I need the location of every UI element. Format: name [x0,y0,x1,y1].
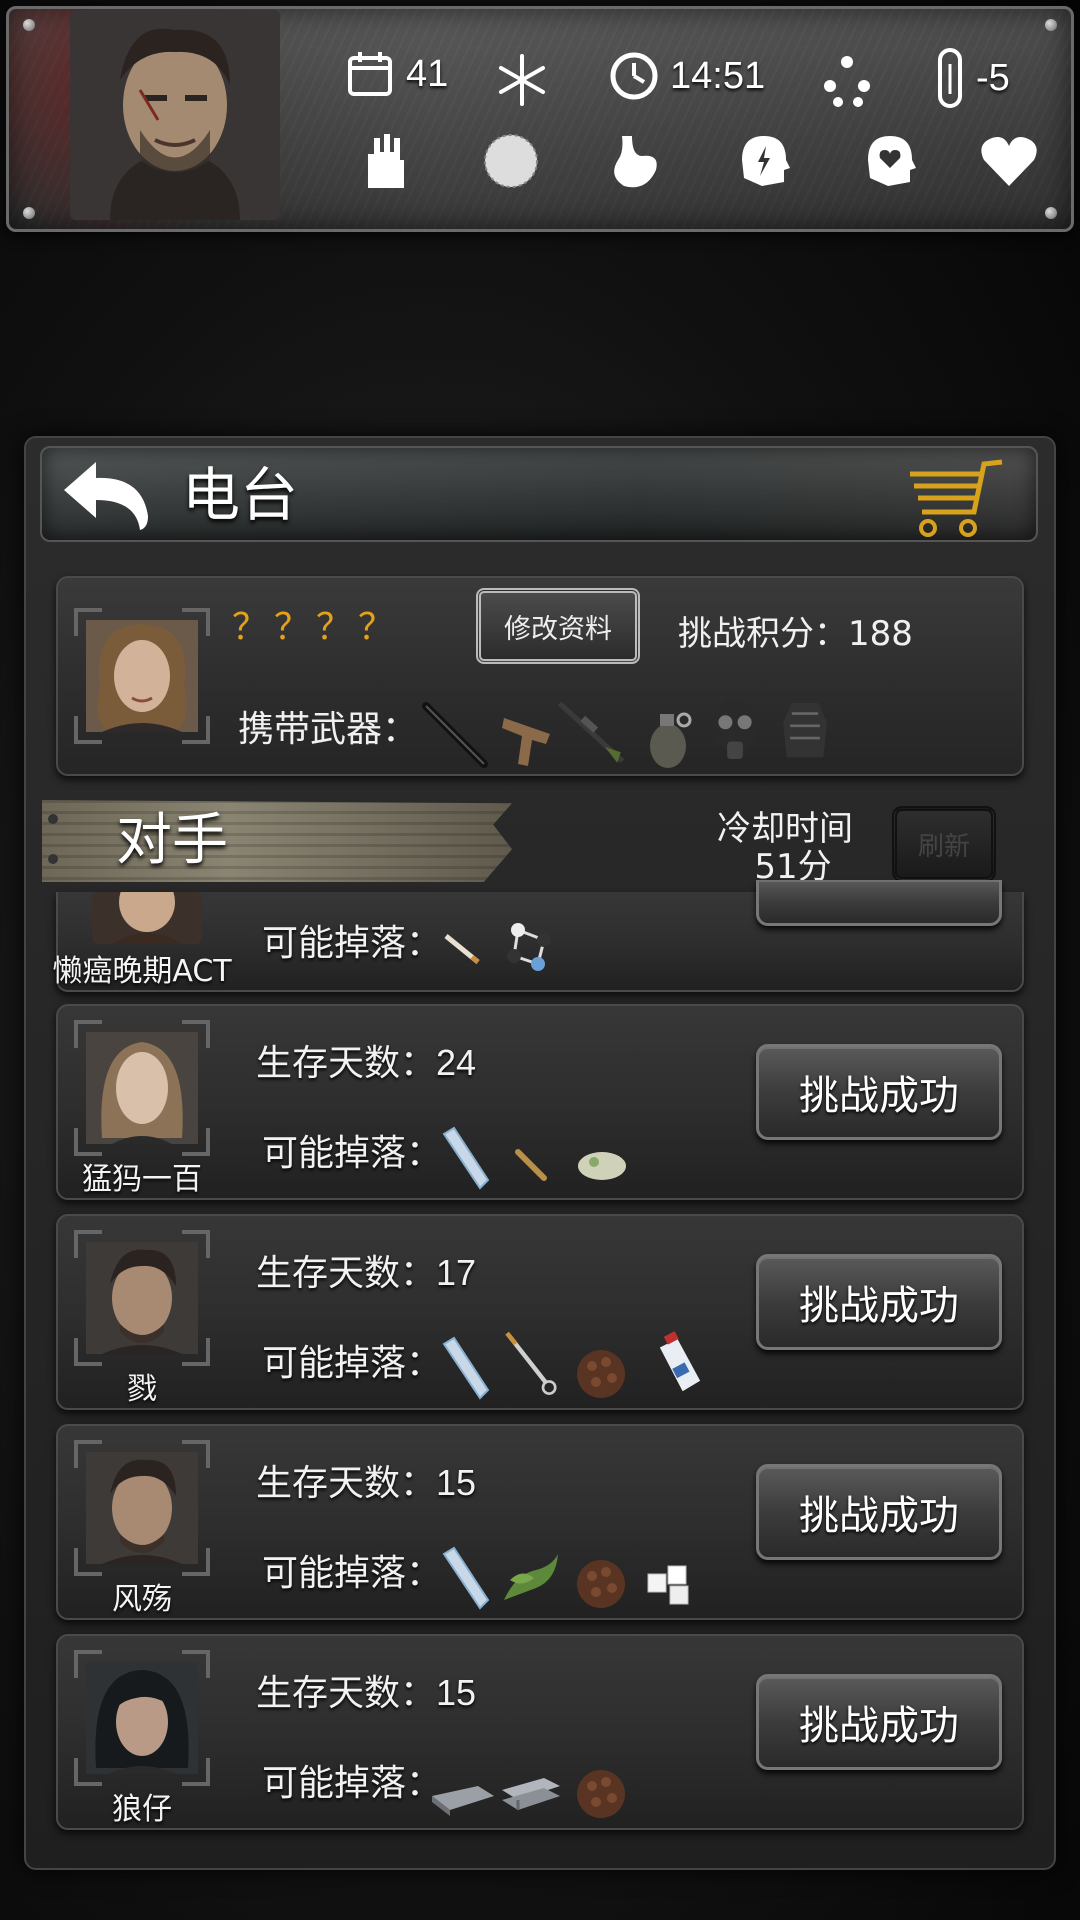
challenge-button-partial[interactable] [756,880,1002,926]
baton-icon[interactable] [420,700,490,770]
opponent-avatar[interactable] [92,892,202,944]
drops-label: 可能掉落： [262,1133,443,1174]
coffee-beans-icon[interactable] [566,1544,636,1614]
hand-icon[interactable] [354,130,416,192]
days-value: 15 [436,1672,477,1713]
body-armor-icon[interactable] [770,696,840,766]
back-button[interactable] [56,456,156,534]
bottle-icon[interactable] [430,1334,500,1404]
energy-head-icon[interactable] [732,130,794,192]
virus-icon[interactable] [480,130,542,192]
nail [48,854,58,864]
drops-label: 可能掉落： [262,923,443,964]
days-value: 17 [436,1252,477,1293]
opponents-title: 对手 [116,808,228,873]
calendar-icon [348,52,392,96]
opponent-name: 懒癌晚期ACT [52,954,232,989]
food-pack-icon[interactable] [566,1128,636,1198]
mood-head-icon[interactable] [858,130,920,192]
challenge-button[interactable]: 挑战成功 [756,1044,1002,1140]
thermometer-icon [938,48,962,108]
sniper-rifle-icon[interactable] [556,698,626,768]
days-value: 15 [436,1462,477,1503]
challenge-score: 挑战积分：188 [678,614,913,654]
survival-days: 生存天数：15 [256,1664,476,1716]
cooldown-timer: 冷却时间 51分 [700,810,870,886]
refresh-button[interactable]: 刷新 [892,806,996,882]
survival-days: 生存天数：15 [256,1454,476,1506]
days-label: 生存天数： [256,1043,437,1084]
player-card-avatar[interactable] [72,606,212,746]
bottle-icon[interactable] [430,1124,500,1194]
steel-beam-icon[interactable] [496,1756,566,1826]
opponents-banner [42,800,512,882]
opponent-name: 戮 [127,1372,157,1407]
sugar-cubes-icon[interactable] [636,1544,706,1614]
page-title: 电台 [182,461,299,529]
days-label: 生存天数： [256,1463,437,1504]
temperature: -5 [934,48,1010,108]
molecule-icon[interactable] [498,910,568,980]
opponent-avatar[interactable] [72,1228,212,1368]
rivet [23,207,35,219]
challenge-button[interactable]: 挑战成功 [756,1254,1002,1350]
opponent-name: 狼仔 [112,1792,172,1827]
rivet [1045,19,1057,31]
coffee-beans-icon[interactable] [566,1754,636,1824]
weather-icon [824,56,870,107]
heart-icon[interactable] [978,130,1040,192]
challenge-button[interactable]: 挑战成功 [756,1464,1002,1560]
grenade-icon[interactable] [632,704,702,774]
drops-label: 可能掉落： [262,1343,443,1384]
edit-profile-button[interactable]: 修改资料 [476,588,640,664]
rivet [1045,207,1057,219]
drops-label: 可能掉落： [262,1763,443,1804]
opponent-avatar[interactable] [72,1018,212,1158]
metal-plate-icon[interactable] [428,1756,498,1826]
days-label: 生存天数： [256,1253,437,1294]
cigarette-icon[interactable] [438,922,488,972]
day-counter: 41 [344,48,448,100]
opponent-avatar[interactable] [72,1438,212,1578]
alcohol-bottle-icon[interactable] [638,1330,708,1400]
opponent-avatar[interactable] [72,1648,212,1788]
survival-days: 生存天数：17 [256,1244,476,1296]
weapons-label: 携带武器： [238,709,419,750]
clock-icon [610,52,658,100]
player-avatar[interactable] [70,10,280,220]
gas-mask-icon[interactable] [700,696,770,766]
days-label: 生存天数： [256,1673,437,1714]
shop-cart-button[interactable] [902,456,1012,542]
clock: 14:51 [608,50,765,102]
challenge-button[interactable]: 挑战成功 [756,1674,1002,1770]
stomach-icon[interactable] [602,130,664,192]
nail [48,814,58,824]
opponent-name: 风殇 [112,1582,172,1617]
player-name: ？？？？ [232,606,401,647]
day-value: 41 [406,52,449,95]
bullet-icon[interactable] [508,1140,558,1190]
coffee-beans-icon[interactable] [566,1334,636,1404]
survival-days: 生存天数：24 [256,1034,476,1086]
time-value: 14:51 [670,54,766,97]
snowflake-icon [499,54,545,106]
bottle-icon[interactable] [430,1544,500,1614]
days-value: 24 [436,1042,477,1083]
opponent-name: 猛犸一百 [82,1162,202,1197]
rivet [23,19,35,31]
cooldown-label: 冷却时间 [717,809,853,849]
herb-icon[interactable] [496,1544,566,1614]
drops-label: 可能掉落： [262,1553,443,1594]
temperature-value: -5 [976,56,1010,99]
syringe-icon[interactable] [494,1328,564,1398]
